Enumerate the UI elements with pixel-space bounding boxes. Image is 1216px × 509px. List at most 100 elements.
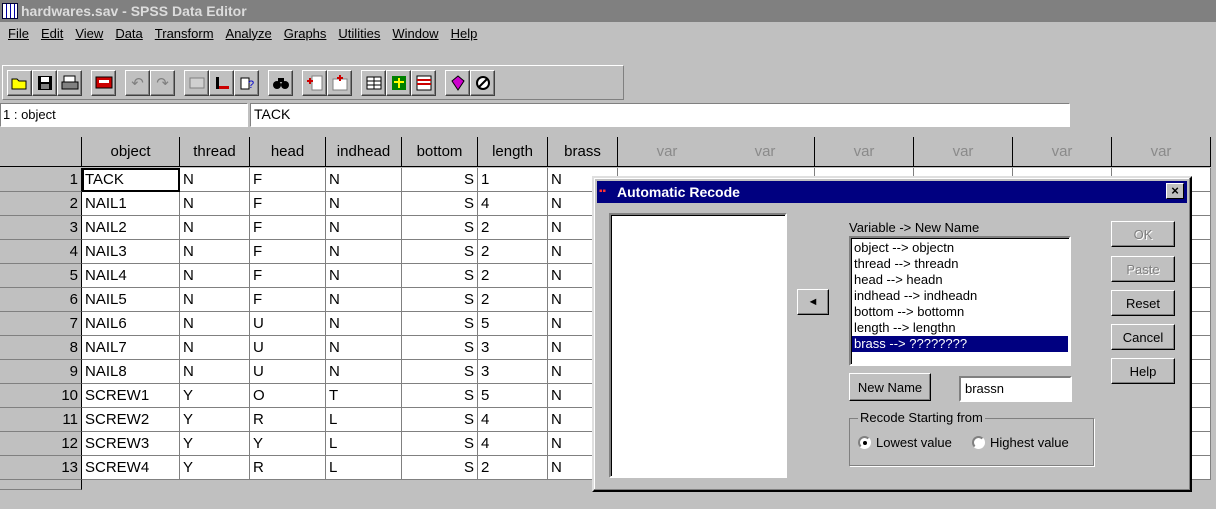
column-header-length[interactable]: length xyxy=(478,137,548,167)
table-cell[interactable]: Y xyxy=(250,432,326,456)
table-cell[interactable]: S xyxy=(402,288,478,312)
select-cases-icon[interactable] xyxy=(411,70,436,96)
insert-case-icon[interactable] xyxy=(302,70,327,96)
cell-value-editor[interactable]: TACK xyxy=(250,103,1070,127)
table-cell[interactable]: 1 xyxy=(478,168,548,192)
mapping-list-item[interactable]: indhead --> indheadn xyxy=(852,288,1068,304)
table-cell[interactable]: S xyxy=(402,384,478,408)
variable-newname-list[interactable]: object --> objectn thread --> threadn head… xyxy=(849,236,1071,366)
table-cell[interactable]: 3 xyxy=(478,336,548,360)
table-cell[interactable]: 3 xyxy=(478,360,548,384)
table-cell[interactable]: N xyxy=(180,192,250,216)
column-header-var[interactable]: var xyxy=(1013,137,1112,167)
table-cell[interactable]: 4 xyxy=(478,192,548,216)
table-cell[interactable]: SCREW1 xyxy=(82,384,180,408)
table-cell[interactable]: 4 xyxy=(478,408,548,432)
cancel-button[interactable]: Cancel xyxy=(1111,324,1175,350)
variables-icon[interactable]: ? xyxy=(234,70,259,96)
table-cell[interactable]: 2 xyxy=(478,240,548,264)
menu-graphs[interactable]: Graphs xyxy=(278,26,333,41)
table-cell[interactable]: TACK xyxy=(82,168,180,192)
table-cell[interactable]: Y xyxy=(180,456,250,480)
row-number[interactable]: 6 xyxy=(0,288,82,312)
table-cell[interactable]: N xyxy=(326,288,402,312)
table-cell[interactable]: S xyxy=(402,408,478,432)
table-cell[interactable]: N xyxy=(180,264,250,288)
ok-button[interactable]: OK xyxy=(1111,221,1175,247)
reset-button[interactable]: Reset xyxy=(1111,290,1175,316)
row-number[interactable]: 9 xyxy=(0,360,82,384)
grid-corner[interactable] xyxy=(0,137,82,167)
table-cell[interactable]: F xyxy=(250,216,326,240)
undo-icon[interactable]: ↶ xyxy=(125,70,150,96)
table-cell[interactable]: N xyxy=(180,168,250,192)
table-cell[interactable]: L xyxy=(326,432,402,456)
table-cell[interactable]: N xyxy=(326,336,402,360)
source-variable-list[interactable] xyxy=(609,213,787,478)
menu-window[interactable]: Window xyxy=(386,26,444,41)
new-name-input[interactable]: brassn xyxy=(959,376,1072,402)
table-cell[interactable]: NAIL2 xyxy=(82,216,180,240)
table-cell[interactable]: 2 xyxy=(478,216,548,240)
open-icon[interactable] xyxy=(7,70,32,96)
help-button[interactable]: Help xyxy=(1111,358,1175,384)
mapping-list-item[interactable]: object --> objectn xyxy=(852,240,1068,256)
table-cell[interactable]: SCREW3 xyxy=(82,432,180,456)
table-cell[interactable]: SCREW4 xyxy=(82,456,180,480)
table-cell[interactable]: L xyxy=(326,408,402,432)
table-cell[interactable]: Y xyxy=(180,432,250,456)
table-cell[interactable]: T xyxy=(326,384,402,408)
table-cell[interactable]: 4 xyxy=(478,432,548,456)
radio-lowest-value[interactable]: Lowest value xyxy=(858,435,952,450)
menu-analyze[interactable]: Analyze xyxy=(220,26,278,41)
table-cell[interactable]: 2 xyxy=(478,264,548,288)
table-cell[interactable]: S xyxy=(402,192,478,216)
table-cell[interactable]: S xyxy=(402,216,478,240)
menu-transform[interactable]: Transform xyxy=(149,26,220,41)
goto-chart-icon[interactable] xyxy=(184,70,209,96)
column-header-var[interactable]: var xyxy=(716,137,815,167)
menu-view[interactable]: View xyxy=(69,26,109,41)
table-cell[interactable]: N xyxy=(180,360,250,384)
table-cell[interactable]: R xyxy=(250,408,326,432)
column-header-var[interactable]: var xyxy=(618,137,717,167)
column-header-indhead[interactable]: indhead xyxy=(326,137,402,167)
weight-cases-icon[interactable] xyxy=(386,70,411,96)
table-cell[interactable]: S xyxy=(402,456,478,480)
table-cell[interactable]: Y xyxy=(180,408,250,432)
table-cell[interactable]: N xyxy=(180,288,250,312)
dialog-recall-icon[interactable] xyxy=(91,70,116,96)
row-number[interactable]: 10 xyxy=(0,384,82,408)
table-cell[interactable]: N xyxy=(326,192,402,216)
value-labels-icon[interactable] xyxy=(445,70,470,96)
row-number[interactable]: 4 xyxy=(0,240,82,264)
table-cell[interactable]: S xyxy=(402,432,478,456)
mapping-list-item[interactable]: bottom --> bottomn xyxy=(852,304,1068,320)
row-number[interactable]: 5 xyxy=(0,264,82,288)
table-cell[interactable]: NAIL4 xyxy=(82,264,180,288)
mapping-list-item[interactable]: brass --> ???????? xyxy=(852,336,1068,352)
menu-help[interactable]: Help xyxy=(445,26,484,41)
mapping-list-item[interactable]: thread --> threadn xyxy=(852,256,1068,272)
table-cell[interactable]: Y xyxy=(180,384,250,408)
split-file-icon[interactable] xyxy=(361,70,386,96)
row-number[interactable]: 2 xyxy=(0,192,82,216)
table-cell[interactable]: F xyxy=(250,168,326,192)
row-number[interactable]: 11 xyxy=(0,408,82,432)
menu-file[interactable]: File xyxy=(2,26,35,41)
column-header-object[interactable]: object xyxy=(82,137,180,167)
table-cell[interactable]: NAIL5 xyxy=(82,288,180,312)
table-cell[interactable]: N xyxy=(180,240,250,264)
column-header-thread[interactable]: thread xyxy=(180,137,250,167)
row-number[interactable]: 3 xyxy=(0,216,82,240)
print-icon[interactable] xyxy=(57,70,82,96)
column-header-var[interactable]: var xyxy=(914,137,1013,167)
table-cell[interactable]: U xyxy=(250,336,326,360)
move-variable-button[interactable]: ◄ xyxy=(797,289,829,315)
row-number[interactable]: 8 xyxy=(0,336,82,360)
row-number[interactable]: 7 xyxy=(0,312,82,336)
table-cell[interactable]: N xyxy=(326,168,402,192)
save-icon[interactable] xyxy=(32,70,57,96)
table-cell[interactable]: F xyxy=(250,288,326,312)
table-cell[interactable]: S xyxy=(402,168,478,192)
